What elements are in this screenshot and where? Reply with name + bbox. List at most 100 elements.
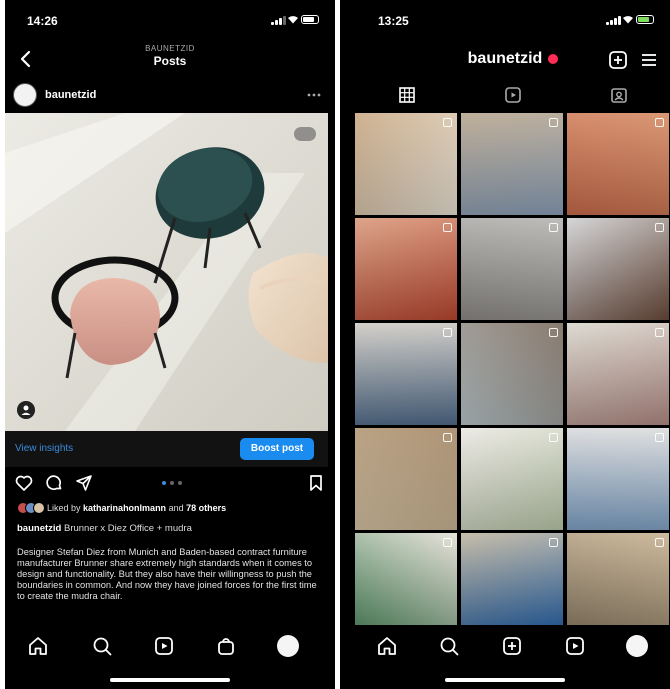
page-title: Posts <box>153 54 187 68</box>
reels-icon[interactable] <box>504 86 522 104</box>
home-icon[interactable] <box>376 635 398 657</box>
likes-row[interactable]: Liked by katharinahonlmann and 78 others <box>17 502 327 516</box>
home-indicator <box>110 678 230 682</box>
search-icon[interactable] <box>438 635 460 657</box>
status-icons <box>594 12 654 25</box>
multi-photo-icon <box>549 433 558 442</box>
grid-post-thumbnail[interactable] <box>567 428 669 530</box>
multi-photo-icon <box>443 328 452 337</box>
thumbnail-shade <box>355 533 457 635</box>
grid-post-thumbnail[interactable] <box>355 428 457 530</box>
profile-username[interactable]: baunetzid <box>468 50 543 67</box>
chairs-photo <box>5 113 328 431</box>
liker-avatars <box>17 502 45 514</box>
post-username[interactable]: baunetzid <box>45 89 96 101</box>
grid-post-thumbnail[interactable] <box>461 323 563 425</box>
post-grid <box>355 113 670 635</box>
grid-post-thumbnail[interactable] <box>355 113 457 215</box>
add-post-icon[interactable] <box>501 635 523 657</box>
home-icon[interactable] <box>27 635 49 657</box>
reels-icon[interactable] <box>564 635 586 657</box>
grid-post-thumbnail[interactable] <box>567 533 669 635</box>
profile-avatar-tab[interactable] <box>277 635 299 657</box>
thumbnail-shade <box>461 323 563 425</box>
thumbnail-shade <box>567 113 669 215</box>
grid-post-thumbnail[interactable] <box>567 323 669 425</box>
thumbnail-shade <box>567 323 669 425</box>
multi-photo-icon <box>443 433 452 442</box>
caption-username[interactable]: baunetzid <box>17 523 61 534</box>
insights-bar: View insights Boost post <box>5 431 328 467</box>
post-author-row: baunetzid <box>13 83 327 107</box>
likes-text: Liked by katharinahonlmann and 78 others <box>47 503 227 513</box>
thumbnail-shade <box>567 218 669 320</box>
grid-post-thumbnail[interactable] <box>355 218 457 320</box>
status-time: 13:25 <box>378 14 409 28</box>
post-image[interactable] <box>5 113 328 431</box>
share-icon[interactable] <box>75 474 93 492</box>
status-bar: 14:26 <box>5 0 335 34</box>
wifi-icon <box>623 16 633 24</box>
heart-icon[interactable] <box>15 474 33 492</box>
status-bar: 13:25 <box>340 0 670 34</box>
bottom-tab-bar <box>340 625 670 669</box>
comment-icon[interactable] <box>45 474 63 492</box>
post-detail-screen: 14:26 BAUNETZID Posts baunetzid View ins… <box>5 0 335 689</box>
caption-text: Brunner x Diez Office + mudra <box>63 523 192 534</box>
caption-title: baunetzid Brunner x Diez Office + mudra <box>17 523 327 534</box>
carousel-dots <box>162 481 182 485</box>
multi-photo-icon <box>443 223 452 232</box>
thumbnail-shade <box>355 428 457 530</box>
avatar[interactable] <box>13 83 37 107</box>
multi-photo-icon <box>443 118 452 127</box>
battery-icon <box>636 15 654 24</box>
multi-photo-icon <box>443 538 452 547</box>
signal-icon <box>271 16 286 25</box>
user-tag-icon[interactable] <box>17 401 35 419</box>
multi-photo-icon <box>655 118 664 127</box>
menu-icon[interactable] <box>640 52 658 68</box>
thumbnail-shade <box>355 218 457 320</box>
view-insights-link[interactable]: View insights <box>15 443 73 454</box>
grid-icon[interactable] <box>398 86 416 104</box>
reels-icon[interactable] <box>153 635 175 657</box>
search-icon[interactable] <box>91 635 113 657</box>
multi-photo-icon <box>549 118 558 127</box>
likes-user[interactable]: katharinahonlmann <box>83 503 166 513</box>
thumbnail-shade <box>461 113 563 215</box>
grid-post-thumbnail[interactable] <box>355 533 457 635</box>
add-icon[interactable] <box>608 50 628 70</box>
grid-post-thumbnail[interactable] <box>461 533 563 635</box>
header-subtitle: BAUNETZID <box>145 44 195 53</box>
thumbnail-shade <box>567 533 669 635</box>
signal-icon <box>606 16 621 25</box>
thumbnail-shade <box>355 323 457 425</box>
tagged-icon[interactable] <box>610 86 628 104</box>
bookmark-icon[interactable] <box>307 474 325 492</box>
bottom-tab-bar <box>5 625 335 669</box>
more-icon[interactable] <box>307 93 321 97</box>
profile-avatar-tab[interactable] <box>626 635 648 657</box>
post-actions <box>15 470 325 494</box>
battery-icon <box>301 15 319 24</box>
grid-post-thumbnail[interactable] <box>461 218 563 320</box>
multi-photo-icon <box>549 223 558 232</box>
thumbnail-shade <box>461 533 563 635</box>
multi-photo-icon <box>655 538 664 547</box>
thumbnail-shade <box>461 218 563 320</box>
multi-photo-icon <box>655 328 664 337</box>
likes-others[interactable]: 78 others <box>186 503 226 513</box>
grid-post-thumbnail[interactable] <box>567 113 669 215</box>
page-header: BAUNETZID Posts <box>5 44 335 68</box>
multi-photo-icon <box>655 223 664 232</box>
shop-icon[interactable] <box>215 635 237 657</box>
boost-post-button[interactable]: Boost post <box>240 438 314 460</box>
thumbnail-shade <box>355 113 457 215</box>
grid-post-thumbnail[interactable] <box>567 218 669 320</box>
grid-post-thumbnail[interactable] <box>461 428 563 530</box>
profile-grid-screen: 13:25 baunetzid <box>340 0 670 689</box>
grid-post-thumbnail[interactable] <box>461 113 563 215</box>
home-indicator <box>445 678 565 682</box>
grid-post-thumbnail[interactable] <box>355 323 457 425</box>
carousel-counter-badge <box>294 127 316 141</box>
